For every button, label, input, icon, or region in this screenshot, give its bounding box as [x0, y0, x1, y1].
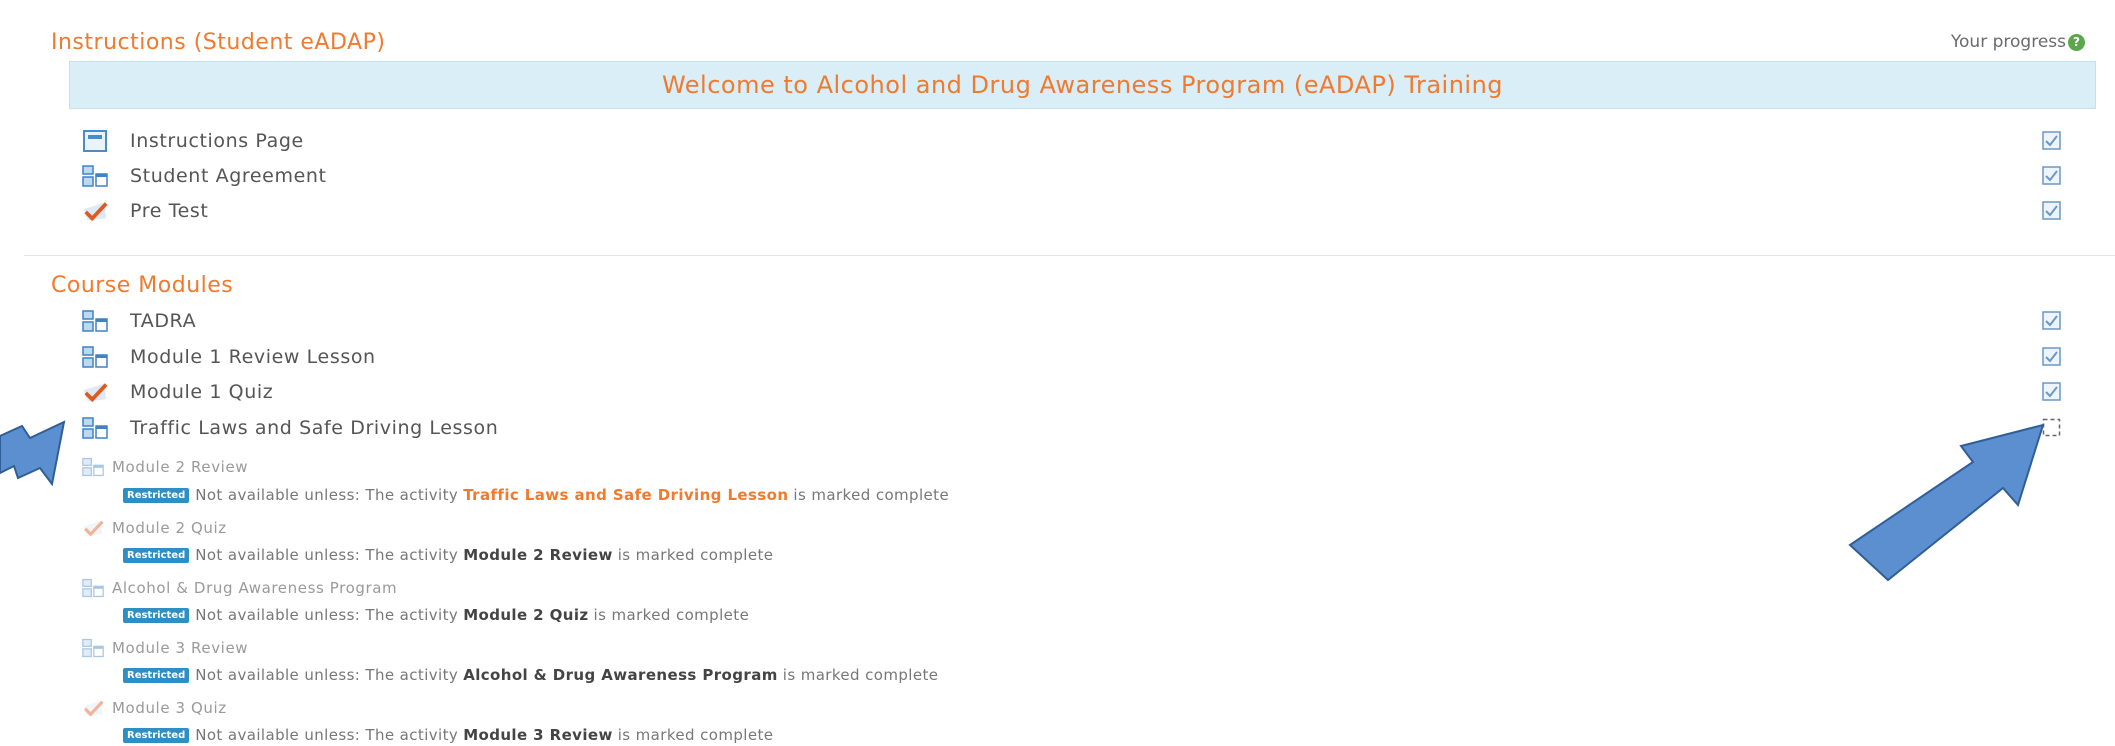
completion-checked-icon[interactable] [2042, 201, 2061, 220]
restricted-badge: Restricted [123, 547, 190, 563]
completion-checked-icon[interactable] [2042, 382, 2061, 401]
activity-name[interactable]: Instructions Page [130, 130, 304, 152]
activity-module-1-quiz[interactable]: Module 1 Quiz [82, 377, 273, 407]
lesson-icon [82, 344, 108, 370]
activity-module-1-review-lesson[interactable]: Module 1 Review Lesson [82, 342, 376, 372]
restriction-prefix: Not available unless: The activity [195, 486, 459, 504]
restriction-suffix: is marked complete [617, 546, 774, 564]
restriction-activity-name: Module 3 Review [463, 726, 613, 744]
restriction-activity-name: Alcohol & Drug Awareness Program [463, 666, 778, 684]
activity-module-2-review: Module 2 Review [82, 452, 248, 482]
activity-name: Module 3 Review [112, 639, 249, 657]
restriction-suffix: is marked complete [617, 726, 774, 744]
restriction-activity-name: Module 2 Review [463, 546, 613, 564]
section-title-course-modules: Course Modules [51, 273, 234, 298]
restriction-prefix: Not available unless: The activity [195, 726, 459, 744]
restriction-activity-name: Module 2 Quiz [463, 606, 589, 624]
activity-module-2-quiz: Module 2 Quiz [82, 513, 227, 543]
restriction-prefix: Not available unless: The activity [195, 606, 459, 624]
quiz-icon [82, 198, 108, 224]
restriction-prefix: Not available unless: The activity [195, 666, 459, 684]
activity-name[interactable]: Student Agreement [130, 165, 327, 187]
activity-name: Module 3 Quiz [112, 699, 227, 717]
restriction-prefix: Not available unless: The activity [195, 546, 459, 564]
activity-name[interactable]: Traffic Laws and Safe Driving Lesson [130, 417, 498, 439]
restricted-badge: Restricted [123, 727, 190, 743]
section-title-instructions: Instructions (Student eADAP) [51, 30, 386, 55]
activity-alcohol-drug-awareness-program: Alcohol & Drug Awareness Program [82, 573, 397, 603]
lesson-icon [82, 415, 108, 441]
restricted-badge: Restricted [123, 487, 190, 503]
restriction-activity-link[interactable]: Traffic Laws and Safe Driving Lesson [463, 486, 788, 504]
activity-name: Module 2 Review [112, 458, 249, 476]
restriction-notice: Restricted Not available unless: The act… [123, 604, 749, 626]
your-progress-text: Your progress [1950, 32, 2066, 52]
your-progress-label: Your progress? [1951, 32, 2085, 52]
activity-traffic-laws-lesson[interactable]: Traffic Laws and Safe Driving Lesson [82, 413, 498, 443]
activity-module-3-review: Module 3 Review [82, 633, 248, 663]
completion-checked-icon[interactable] [2042, 347, 2061, 366]
restriction-suffix: is marked complete [793, 486, 950, 504]
activity-name[interactable]: Module 1 Review Lesson [130, 346, 376, 368]
activity-tadra[interactable]: TADRA [82, 306, 196, 336]
quiz-icon [82, 697, 104, 719]
lesson-icon [82, 163, 108, 189]
restricted-badge: Restricted [123, 667, 190, 683]
quiz-icon [82, 379, 108, 405]
activity-name: Alcohol & Drug Awareness Program [112, 579, 398, 597]
activity-name[interactable]: Module 1 Quiz [130, 381, 273, 403]
completion-checked-icon[interactable] [2042, 131, 2061, 150]
activity-pre-test[interactable]: Pre Test [82, 196, 208, 226]
activity-module-3-quiz: Module 3 Quiz [82, 693, 227, 723]
activity-name[interactable]: Pre Test [130, 200, 208, 222]
restriction-suffix: is marked complete [782, 666, 939, 684]
restriction-notice: Restricted Not available unless: The act… [123, 664, 938, 686]
lesson-icon [82, 637, 104, 659]
page-icon [82, 128, 108, 154]
quiz-icon [82, 517, 104, 539]
annotation-arrow-left [0, 420, 66, 487]
welcome-banner: Welcome to Alcohol and Drug Awareness Pr… [69, 61, 2096, 109]
completion-checked-icon[interactable] [2042, 311, 2061, 330]
lesson-icon [82, 456, 104, 478]
activity-name: Module 2 Quiz [112, 519, 227, 537]
restriction-notice: Restricted Not available unless: The act… [123, 544, 773, 566]
section-divider [24, 255, 2115, 256]
annotation-arrow-right [1848, 423, 2045, 582]
activity-instructions-page[interactable]: Instructions Page [82, 126, 304, 156]
restriction-suffix: is marked complete [593, 606, 750, 624]
activity-student-agreement[interactable]: Student Agreement [82, 161, 327, 191]
restricted-badge: Restricted [123, 607, 190, 623]
lesson-icon [82, 577, 104, 599]
help-icon[interactable]: ? [2068, 33, 2085, 51]
completion-checked-icon[interactable] [2042, 166, 2061, 185]
restriction-notice: Restricted Not available unless: The act… [123, 484, 949, 506]
activity-name[interactable]: TADRA [130, 310, 196, 332]
lesson-icon [82, 308, 108, 334]
